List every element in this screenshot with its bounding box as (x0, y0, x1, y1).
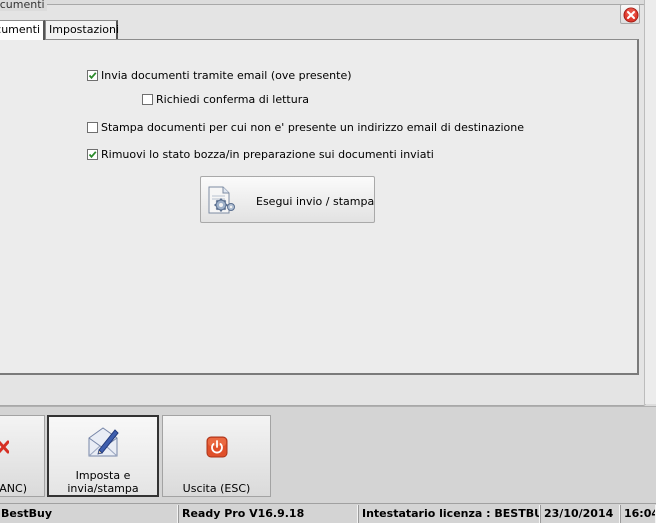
checkmark-icon (88, 151, 97, 159)
status-company: BestBuy (0, 505, 178, 523)
envelope-pen-icon (88, 427, 119, 457)
group-title: ocumenti (0, 0, 47, 11)
close-icon (623, 7, 639, 23)
set-and-send-label-line1: Imposta e (75, 469, 131, 482)
window: ocumenti ocumenti Impostazioni Invia doc… (0, 0, 656, 523)
send-email-checkbox[interactable]: Invia documenti tramite email (ove prese… (87, 69, 352, 83)
tab-documenti[interactable]: ocumenti (0, 20, 45, 40)
cancel-button[interactable]: CANC) (0, 415, 45, 497)
read-receipt-check[interactable] (142, 94, 153, 105)
status-version: Ready Pro V16.9.18 (178, 505, 358, 523)
send-email-label: Invia documenti tramite email (ove prese… (101, 69, 352, 82)
document-gear-icon (208, 186, 235, 214)
exit-button[interactable]: Uscita (ESC) (162, 415, 271, 497)
status-time: 16:04 (620, 505, 656, 523)
print-no-email-label: Stampa documenti per cui non e' presente… (101, 121, 524, 134)
tab-impostazioni[interactable]: Impostazioni (45, 20, 120, 39)
tab-impostazioni-label: Impostazioni (49, 23, 120, 36)
send-print-action-button[interactable]: Esegui invio / stampa (200, 176, 375, 223)
set-and-send-print-button[interactable]: Imposta e invia/stampa (47, 415, 159, 497)
print-no-email-checkbox[interactable]: Stampa documenti per cui non e' presente… (87, 121, 524, 135)
status-date: 23/10/2014 (540, 505, 620, 523)
read-receipt-checkbox[interactable]: Richiedi conferma di lettura (142, 93, 309, 107)
set-and-send-label-line2: invia/stampa (67, 482, 139, 495)
send-print-action-label: Esegui invio / stampa (256, 195, 375, 208)
remove-draft-label: Rimuovi lo stato bozza/in preparazione s… (101, 148, 434, 161)
bottom-toolbar: CANC) Imposta e invia/stampa Uscita (ESC… (0, 406, 656, 503)
status-license: Intestatario licenza : BESTBUYS (358, 505, 540, 523)
status-bar: BestBuy Ready Pro V16.9.18 Intestatario … (0, 503, 656, 523)
cancel-label: CANC) (0, 482, 27, 495)
tab-documenti-label: ocumenti (0, 23, 40, 36)
read-receipt-label: Richiedi conferma di lettura (156, 93, 309, 106)
power-icon (206, 436, 228, 458)
close-button[interactable] (620, 4, 640, 24)
checkmark-icon (88, 72, 97, 80)
right-edge-strip (644, 0, 656, 404)
exit-label: Uscita (ESC) (182, 482, 251, 495)
send-email-check[interactable] (87, 70, 98, 81)
red-x-icon (0, 440, 9, 454)
remove-draft-check[interactable] (87, 149, 98, 160)
remove-draft-checkbox[interactable]: Rimuovi lo stato bozza/in preparazione s… (87, 148, 434, 162)
print-no-email-check[interactable] (87, 122, 98, 133)
